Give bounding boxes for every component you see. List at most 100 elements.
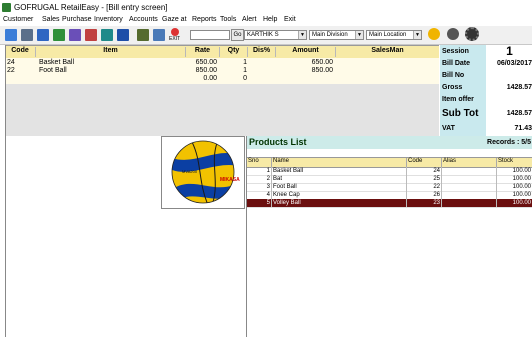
salesman-select[interactable]: KARTHIK S ▼	[244, 30, 307, 40]
bill-summary-panel: Session 1 Bill Date 06/03/2017 Bill No G…	[440, 45, 532, 137]
menu-tools[interactable]: Tools	[220, 16, 236, 23]
window-title: GOFRUGAL RetailEasy - [Bill entry screen…	[14, 3, 168, 12]
chart-icon[interactable]	[137, 29, 149, 41]
print-icon[interactable]	[21, 29, 33, 41]
product-name: Volley Ball	[272, 199, 407, 207]
col-name[interactable]: Name	[272, 158, 407, 167]
new-bill-icon[interactable]	[5, 29, 17, 41]
product-code: 22	[407, 183, 442, 191]
col-rate[interactable]: Rate	[185, 47, 219, 57]
product-sno: 5	[247, 199, 272, 207]
menu-accounts[interactable]: Accounts	[129, 16, 158, 23]
location-select[interactable]: Main Location ▼	[366, 30, 422, 40]
ball-model: MVA200	[182, 169, 198, 174]
product-stock: 100.00	[497, 167, 532, 175]
calculator-icon[interactable]	[53, 29, 65, 41]
products-list-title: Products List	[249, 137, 307, 147]
settings-icon[interactable]	[153, 29, 165, 41]
table-row[interactable]: 22 Foot Ball 850.00 1 850.00	[5, 67, 439, 75]
division-select[interactable]: Main Division ▼	[309, 30, 364, 40]
bill-grid-body: 24 Basket Ball 650.00 1 650.00 22 Foot B…	[5, 58, 439, 84]
sub-total-label: Sub Tot	[440, 106, 486, 122]
chevron-down-icon: ▼	[298, 31, 306, 39]
menu-bar: Customer Sales Purchase Inventory Accoun…	[0, 15, 532, 26]
open-icon[interactable]	[37, 29, 49, 41]
exit-icon	[171, 28, 179, 36]
records-count: Records : 5/5	[487, 139, 531, 146]
chevron-down-icon: ▼	[355, 31, 363, 39]
menu-purchase[interactable]: Purchase	[62, 16, 92, 23]
session-value: 1	[506, 45, 513, 58]
products-list-title-bar: Products List Records : 5/5	[247, 136, 532, 149]
download-icon[interactable]	[447, 28, 459, 40]
col-code[interactable]: Code	[5, 47, 35, 57]
row-item: Basket Ball	[39, 59, 75, 66]
gross-label: Gross	[440, 82, 486, 94]
menu-inventory[interactable]: Inventory	[94, 16, 123, 23]
report-icon[interactable]	[69, 29, 81, 41]
session-label: Session	[440, 45, 486, 58]
division-value: Main Division	[312, 32, 348, 38]
row-qty: 1	[243, 59, 247, 66]
product-sno: 3	[247, 183, 272, 191]
menu-alert[interactable]: Alert	[242, 16, 256, 23]
customer-icon[interactable]	[85, 29, 97, 41]
bill-no-label: Bill No	[440, 70, 486, 82]
menu-reports[interactable]: Reports	[192, 16, 217, 23]
row-rate: 650.00	[195, 59, 217, 66]
row-amount: 850.00	[311, 67, 333, 74]
stock-icon[interactable]	[101, 29, 113, 41]
grid-left-border	[5, 45, 6, 337]
product-stock: 100.00	[497, 175, 532, 183]
col-sno[interactable]: Sno	[247, 158, 272, 167]
col-qty[interactable]: Qty	[219, 47, 247, 57]
list-item-selected[interactable]: 5 Volley Ball 23 100.00	[247, 199, 532, 208]
bill-date-label: Bill Date	[440, 58, 486, 70]
chevron-down-icon: ▼	[413, 31, 421, 39]
product-code: 23	[407, 199, 442, 207]
app-icon	[2, 3, 11, 12]
empty-grid-area	[5, 84, 439, 136]
col-dis[interactable]: Dis%	[247, 47, 275, 57]
product-stock: 100.00	[497, 191, 532, 199]
bill-date-value[interactable]: 06/03/2017	[487, 58, 532, 70]
col-stock[interactable]: Stock	[497, 158, 532, 167]
product-code: 26	[407, 191, 442, 199]
col-amount[interactable]: Amount	[275, 47, 335, 57]
col-product-code[interactable]: Code	[407, 158, 442, 167]
menu-exit[interactable]: Exit	[284, 16, 296, 23]
col-salesman[interactable]: SalesMan	[335, 47, 439, 57]
product-sno: 1	[247, 167, 272, 175]
col-item[interactable]: Item	[35, 47, 185, 57]
product-stock: 100.00	[497, 183, 532, 191]
products-list-panel: Products List Records : 5/5 Sno Name Cod…	[246, 136, 532, 337]
search-input[interactable]	[190, 30, 230, 40]
menu-help[interactable]: Help	[263, 16, 277, 23]
menu-customer[interactable]: Customer	[3, 16, 33, 23]
item-offer-value	[487, 94, 532, 106]
session-row: Session 1	[440, 45, 532, 59]
row-amount: 650.00	[311, 59, 333, 66]
product-stock: 100.00	[497, 199, 532, 207]
offer-icon[interactable]	[428, 28, 440, 40]
menu-sales[interactable]: Sales	[42, 16, 60, 23]
go-button[interactable]: Go	[231, 29, 244, 41]
gear-icon[interactable]	[465, 27, 479, 41]
col-alias[interactable]: Alias	[442, 158, 497, 167]
ledger-icon[interactable]	[117, 29, 129, 41]
product-name: Knee Cap	[272, 191, 407, 199]
product-alias	[442, 175, 497, 183]
menu-gaze-at[interactable]: Gaze at	[162, 16, 187, 23]
total-rate: 0.00	[203, 75, 217, 82]
gross-value: 1428.57	[506, 84, 532, 91]
product-image: MIKASA MVA200	[161, 136, 245, 209]
exit-button[interactable]: EXIT	[168, 28, 182, 42]
bill-grid-header: Code Item Rate Qty Dis% Amount SalesMan	[5, 45, 439, 59]
product-name: Bat	[272, 175, 407, 183]
product-alias	[442, 191, 497, 199]
table-row[interactable]: 24 Basket Ball 650.00 1 650.00	[5, 59, 439, 67]
row-qty: 1	[243, 67, 247, 74]
bill-no-value	[487, 70, 532, 82]
title-bar: GOFRUGAL RetailEasy - [Bill entry screen…	[0, 0, 532, 15]
product-name: Foot Ball	[272, 183, 407, 191]
